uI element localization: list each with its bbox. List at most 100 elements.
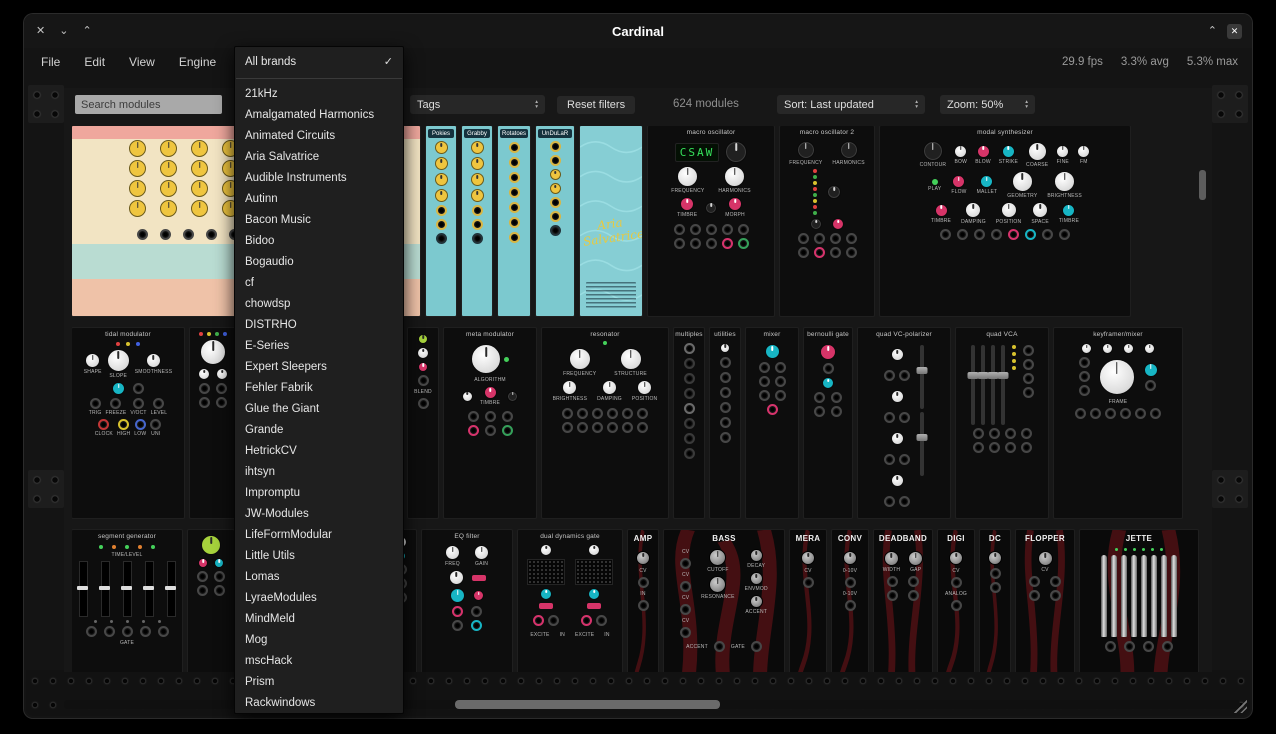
module-tile[interactable]: Aria Salvatrice [580, 126, 642, 316]
brand-menu-item[interactable]: Autinn [235, 189, 403, 210]
port [216, 397, 227, 408]
knob [765, 344, 780, 359]
menu-edit[interactable]: Edit [75, 51, 114, 73]
module-tile[interactable]: DEADBANDWIDTHGAP [874, 530, 932, 672]
module-tile[interactable]: resonatorFREQUENCYSTRUCTUREBRIGHTNESSDAM… [542, 328, 668, 518]
brand-menu-item[interactable]: MindMeld [235, 609, 403, 630]
brand-menu-item[interactable]: Bacon Music [235, 210, 403, 231]
module-tile[interactable]: macro oscillator 2FREQUENCYHARMONICS [780, 126, 874, 316]
vertical-scrollbar[interactable] [1199, 170, 1206, 200]
reset-filters-label: Reset filters [567, 99, 625, 111]
brand-menu-item[interactable]: Bogaudio [235, 252, 403, 273]
brand-menu-item[interactable]: E-Series [235, 336, 403, 357]
brand-menu-item[interactable]: HetrickCV [235, 441, 403, 462]
module-tile[interactable]: bernoulli gate [804, 328, 852, 518]
module-tile[interactable]: FLOPPERCV [1016, 530, 1074, 672]
horizontal-scrollbar-thumb[interactable] [455, 700, 720, 709]
tags-dropdown[interactable]: Tags ▴▾ [410, 95, 545, 114]
module-tile[interactable]: mixer [746, 328, 798, 518]
module-tile[interactable]: BASSCVCVCVCVCUTOFFRESONANCEDECAYENVMODAC… [664, 530, 784, 672]
knob [1012, 171, 1033, 192]
brand-menu-item[interactable]: ihtsyn [235, 462, 403, 483]
module-tile[interactable]: quad VC-polarizer [858, 328, 950, 518]
port [1150, 408, 1161, 419]
brand-menu-item[interactable]: cf [235, 273, 403, 294]
module-title: macro oscillator [648, 126, 774, 137]
port [1090, 408, 1101, 419]
brand-menu-item[interactable]: 21kHz [235, 84, 403, 105]
module-tile[interactable]: MERACV [790, 530, 826, 672]
search-input[interactable] [75, 95, 222, 114]
module-tile[interactable]: CONV0-10V0-10V [832, 530, 868, 672]
module-tile[interactable]: Grabby [462, 126, 492, 316]
brand-menu-item[interactable]: Fehler Fabrik [235, 378, 403, 399]
module-tile[interactable] [188, 530, 234, 672]
module-tile[interactable]: tidal modulatorSHAPESLOPESMOOTHNESSTRIGF… [72, 328, 184, 518]
reset-filters-button[interactable]: Reset filters [557, 96, 635, 114]
brand-menu-item[interactable]: Lomas [235, 567, 403, 588]
brand-menu-item[interactable]: LifeFormModular [235, 525, 403, 546]
port [884, 412, 895, 423]
module-tile[interactable]: EQ filterFREQGAIN [422, 530, 512, 672]
panel-label: FREQUENCY [671, 188, 704, 194]
port [1021, 442, 1032, 453]
brand-menu-item[interactable]: Amalgamated Harmonics [235, 105, 403, 126]
module-tile[interactable]: JETTE [1080, 530, 1198, 672]
collapse-icon[interactable]: ⌃ [1208, 26, 1217, 37]
knob [1144, 363, 1158, 377]
brand-menu-item[interactable]: Mog [235, 630, 403, 651]
port [751, 641, 762, 652]
module-tile[interactable]: segment generatorTIME/LEVELGATE [72, 530, 182, 672]
brand-menu-item[interactable]: mscHack [235, 651, 403, 672]
module-tile[interactable]: Pokies [426, 126, 456, 316]
module-tile[interactable]: dual dynamics gateEXCITEINEXCITEIN [518, 530, 622, 672]
module-tile[interactable]: keyframer/mixerFRAME [1054, 328, 1182, 518]
brand-menu-item[interactable]: Bidoo [235, 231, 403, 252]
module-title: BASS [664, 530, 784, 545]
brand-menu-item[interactable]: Prism [235, 672, 403, 693]
brand-menu-item[interactable]: Animated Circuits [235, 126, 403, 147]
brand-menu-item[interactable]: DISTRHO [235, 315, 403, 336]
port [845, 600, 856, 611]
module-tile[interactable]: DC [980, 530, 1010, 672]
module-title: Rotatoes [500, 129, 528, 138]
module-tile[interactable]: quad VCA [956, 328, 1048, 518]
knob [810, 218, 822, 230]
module-tile[interactable] [190, 328, 236, 518]
panel-label: POSITION [996, 219, 1022, 225]
module-tile[interactable]: Rotatoes [498, 126, 530, 316]
brand-menu-item[interactable]: Aria Salvatrice [235, 147, 403, 168]
fader [145, 561, 154, 617]
brand-menu-item[interactable]: JW-Modules [235, 504, 403, 525]
brand-menu-item[interactable]: Impromptu [235, 483, 403, 504]
module-tile[interactable]: AMPCVIN [628, 530, 658, 672]
module-tile[interactable]: meta modulatorALGORITHMTIMBRE [444, 328, 536, 518]
brand-menu-item[interactable]: LyraeModules [235, 588, 403, 609]
brand-menu-item[interactable]: Glue the Giant [235, 399, 403, 420]
module-tile[interactable]: DIGICVANALOG [938, 530, 974, 672]
brand-menu-item-all-brands[interactable]: All brands ✓ [235, 51, 403, 73]
module-tile[interactable]: multiples [674, 328, 704, 518]
brand-menu-item[interactable]: Expert Sleepers [235, 357, 403, 378]
port [1059, 229, 1070, 240]
brand-menu-item[interactable]: Grande [235, 420, 403, 441]
module-title: JETTE [1080, 530, 1198, 545]
menu-file[interactable]: File [32, 51, 69, 73]
brand-menu-item[interactable]: Audible Instruments [235, 168, 403, 189]
port [957, 229, 968, 240]
zoom-dropdown[interactable]: Zoom: 50% ▴▾ [940, 95, 1035, 114]
module-tile[interactable]: utilities [710, 328, 740, 518]
module-tile[interactable]: UnDuLaR [536, 126, 574, 316]
brand-menu-item[interactable]: Little Utils [235, 546, 403, 567]
brand-menu-item[interactable]: chowdsp [235, 294, 403, 315]
fader [101, 561, 110, 617]
window-close-icon[interactable]: ✕ [1227, 24, 1242, 39]
brand-menu-item[interactable]: Rackwindows [235, 693, 403, 714]
module-tile[interactable]: modal synthesizerCONTOURBOWBLOWSTRIKECOA… [880, 126, 1130, 316]
module-tile[interactable]: BLEND [408, 328, 438, 518]
menu-view[interactable]: View [120, 51, 164, 73]
menu-engine[interactable]: Engine [170, 51, 225, 73]
port [562, 422, 573, 433]
sort-dropdown[interactable]: Sort: Last updated ▴▾ [777, 95, 925, 114]
module-tile[interactable]: macro oscillatorCSAWFREQUENCYHARMONICSTI… [648, 126, 774, 316]
